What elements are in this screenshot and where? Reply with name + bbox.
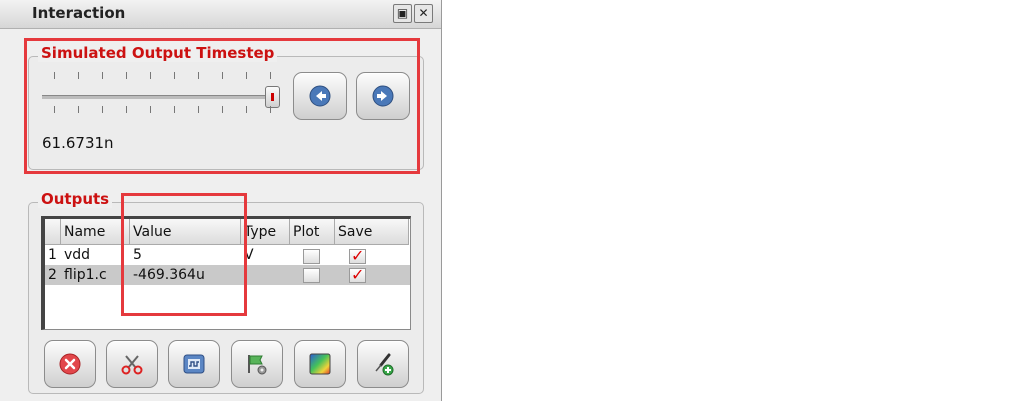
timestep-slider-handle[interactable] (265, 86, 280, 108)
column-header-plot[interactable]: Plot (290, 219, 335, 245)
close-icon: ✕ (418, 6, 429, 20)
row-type: I (244, 267, 249, 283)
close-window-button[interactable]: ✕ (414, 4, 433, 23)
next-timestep-button[interactable] (356, 72, 410, 120)
column-header-value[interactable]: Value (130, 219, 241, 245)
save-checkbox[interactable] (349, 265, 366, 284)
arrow-left-icon (309, 85, 331, 107)
cut-output-button[interactable] (106, 340, 158, 388)
outputs-table: Name Value Type Plot Save 1 vdd 5 V 2 fl… (41, 216, 411, 330)
plot-checkbox[interactable] (303, 249, 320, 264)
panel-title: Interaction (32, 4, 126, 22)
row-name: flip1.c (64, 267, 107, 283)
row-name: vdd (64, 247, 91, 263)
color-map-icon (309, 353, 331, 375)
delete-icon (59, 353, 81, 375)
color-map-button[interactable] (294, 340, 346, 388)
slider-ticks-bottom (54, 106, 274, 114)
float-icon: ▣ (396, 6, 409, 20)
timestep-slider[interactable] (42, 95, 270, 99)
probe-add-icon (375, 353, 394, 376)
slider-ticks-top (54, 72, 274, 80)
delete-output-button[interactable] (44, 340, 96, 388)
previous-timestep-button[interactable] (293, 72, 347, 120)
panel-titlebar: Interaction ▣ ✕ (0, 0, 441, 29)
timestep-value: 61.6731n (42, 134, 114, 152)
column-header-type[interactable]: Type (241, 219, 290, 245)
flag-gear-icon (248, 355, 267, 375)
column-header-save[interactable]: Save (335, 219, 409, 245)
row-index: 1 (48, 247, 57, 263)
arrow-right-icon (372, 85, 394, 107)
flag-settings-button[interactable] (231, 340, 283, 388)
waveform-icon (183, 354, 205, 374)
table-row[interactable]: 2 flip1.c -469.364u I (45, 265, 410, 285)
column-header-name[interactable]: Name (61, 219, 130, 245)
row-value: -469.364u (133, 267, 205, 283)
waveform-button[interactable] (168, 340, 220, 388)
row-index: 2 (48, 267, 57, 283)
outputs-legend: Outputs (38, 190, 113, 208)
scissors-icon (121, 355, 143, 375)
save-checkbox[interactable] (349, 246, 366, 265)
row-type: V (244, 247, 254, 263)
plot-checkbox[interactable] (303, 268, 320, 283)
row-value: 5 (133, 247, 142, 263)
interaction-panel: Interaction ▣ ✕ Simulated Output Timeste… (0, 0, 442, 401)
timestep-legend: Simulated Output Timestep (38, 44, 278, 62)
float-window-button[interactable]: ▣ (393, 4, 412, 23)
add-probe-button[interactable] (357, 340, 409, 388)
table-corner-header (45, 219, 61, 245)
